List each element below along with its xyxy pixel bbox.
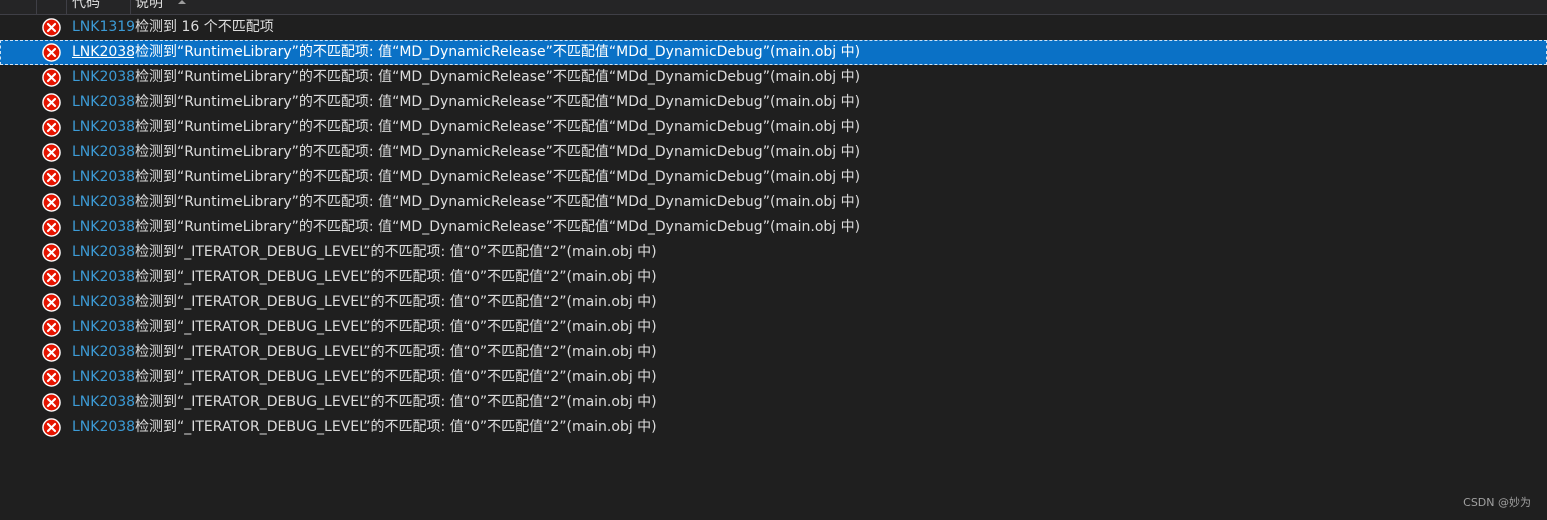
error-row[interactable]: LNK2038 检测到“RuntimeLibrary”的不匹配项: 值“MD_D… [0, 165, 1547, 190]
sort-ascending-icon [178, 0, 186, 4]
error-icon [42, 93, 61, 112]
error-icon [42, 193, 61, 212]
error-icon [42, 68, 61, 87]
error-icon [42, 368, 61, 387]
error-icon [42, 293, 61, 312]
column-header-code[interactable]: 代码 [72, 0, 100, 13]
error-icon [42, 168, 61, 187]
error-code-link[interactable]: LNK2038 [72, 390, 134, 415]
error-code-link[interactable]: LNK2038 [72, 165, 134, 190]
error-row[interactable]: LNK2038 检测到“_ITERATOR_DEBUG_LEVEL”的不匹配项:… [0, 240, 1547, 265]
error-description: 检测到“RuntimeLibrary”的不匹配项: 值“MD_DynamicRe… [135, 94, 861, 110]
error-code-link[interactable]: LNK2038 [72, 140, 134, 165]
error-description: 检测到“_ITERATOR_DEBUG_LEVEL”的不匹配项: 值“0”不匹配… [135, 294, 657, 310]
error-description: 检测到“_ITERATOR_DEBUG_LEVEL”的不匹配项: 值“0”不匹配… [135, 394, 657, 410]
error-icon [42, 18, 61, 37]
error-row[interactable]: LNK2038 检测到“RuntimeLibrary”的不匹配项: 值“MD_D… [0, 140, 1547, 165]
error-code-link[interactable]: LNK2038 [72, 190, 134, 215]
error-description: 检测到“RuntimeLibrary”的不匹配项: 值“MD_DynamicRe… [135, 219, 861, 235]
error-icon [42, 43, 61, 62]
error-icon [42, 143, 61, 162]
error-code-link[interactable]: LNK2038 [72, 65, 134, 90]
error-row[interactable]: LNK2038 检测到“_ITERATOR_DEBUG_LEVEL”的不匹配项:… [0, 415, 1547, 440]
error-description: 检测到“RuntimeLibrary”的不匹配项: 值“MD_DynamicRe… [135, 169, 861, 185]
error-icon [42, 218, 61, 237]
error-code-link[interactable]: LNK2038 [72, 340, 134, 365]
error-description: 检测到“_ITERATOR_DEBUG_LEVEL”的不匹配项: 值“0”不匹配… [135, 319, 657, 335]
error-row[interactable]: LNK2038 检测到“_ITERATOR_DEBUG_LEVEL”的不匹配项:… [0, 315, 1547, 340]
error-icon [42, 243, 61, 262]
error-row[interactable]: LNK2038 检测到“RuntimeLibrary”的不匹配项: 值“MD_D… [0, 65, 1547, 90]
error-row[interactable]: LNK2038 检测到“RuntimeLibrary”的不匹配项: 值“MD_D… [0, 40, 1547, 65]
error-row[interactable]: LNK2038 检测到“RuntimeLibrary”的不匹配项: 值“MD_D… [0, 215, 1547, 240]
error-icon [42, 418, 61, 437]
error-description: 检测到“_ITERATOR_DEBUG_LEVEL”的不匹配项: 值“0”不匹配… [135, 344, 657, 360]
error-code-link[interactable]: LNK2038 [72, 90, 134, 115]
error-code-link[interactable]: LNK1319 [72, 15, 134, 40]
column-header-description[interactable]: 说明 [135, 0, 163, 13]
error-code-link[interactable]: LNK2038 [72, 365, 134, 390]
error-code-link[interactable]: LNK2038 [72, 315, 134, 340]
watermark: CSDN @妙为 [1463, 496, 1531, 509]
error-code-link[interactable]: LNK2038 [72, 265, 134, 290]
error-row[interactable]: LNK2038 检测到“RuntimeLibrary”的不匹配项: 值“MD_D… [0, 115, 1547, 140]
error-icon [42, 343, 61, 362]
error-description: 检测到“_ITERATOR_DEBUG_LEVEL”的不匹配项: 值“0”不匹配… [135, 269, 657, 285]
error-description: 检测到“_ITERATOR_DEBUG_LEVEL”的不匹配项: 值“0”不匹配… [135, 244, 657, 260]
error-code-link[interactable]: LNK2038 [72, 415, 134, 440]
error-description: 检测到“RuntimeLibrary”的不匹配项: 值“MD_DynamicRe… [135, 144, 861, 160]
error-description: 检测到“_ITERATOR_DEBUG_LEVEL”的不匹配项: 值“0”不匹配… [135, 419, 657, 435]
error-list: LNK1319 检测到 16 个不匹配项 LNK2038 检测到“Runtime… [0, 15, 1547, 440]
error-icon [42, 393, 61, 412]
column-separator[interactable] [130, 0, 131, 14]
column-separator[interactable] [36, 0, 37, 14]
error-description: 检测到“RuntimeLibrary”的不匹配项: 值“MD_DynamicRe… [135, 119, 861, 135]
error-row[interactable]: LNK2038 检测到“RuntimeLibrary”的不匹配项: 值“MD_D… [0, 190, 1547, 215]
error-code-link[interactable]: LNK2038 [72, 115, 134, 140]
error-code-link[interactable]: LNK2038 [72, 215, 134, 240]
error-code-link[interactable]: LNK2038 [72, 290, 134, 315]
error-row[interactable]: LNK1319 检测到 16 个不匹配项 [0, 15, 1547, 40]
error-icon [42, 118, 61, 137]
error-row[interactable]: LNK2038 检测到“_ITERATOR_DEBUG_LEVEL”的不匹配项:… [0, 390, 1547, 415]
error-description: 检测到“_ITERATOR_DEBUG_LEVEL”的不匹配项: 值“0”不匹配… [135, 369, 657, 385]
column-separator[interactable] [66, 0, 67, 14]
error-row[interactable]: LNK2038 检测到“_ITERATOR_DEBUG_LEVEL”的不匹配项:… [0, 365, 1547, 390]
error-description: 检测到“RuntimeLibrary”的不匹配项: 值“MD_DynamicRe… [135, 69, 861, 85]
error-description: 检测到 16 个不匹配项 [135, 19, 274, 35]
error-icon [42, 268, 61, 287]
error-row[interactable]: LNK2038 检测到“_ITERATOR_DEBUG_LEVEL”的不匹配项:… [0, 340, 1547, 365]
column-header-bar: 代码 说明 [0, 0, 1547, 15]
error-row[interactable]: LNK2038 检测到“_ITERATOR_DEBUG_LEVEL”的不匹配项:… [0, 290, 1547, 315]
error-row[interactable]: LNK2038 检测到“RuntimeLibrary”的不匹配项: 值“MD_D… [0, 90, 1547, 115]
error-row[interactable]: LNK2038 检测到“_ITERATOR_DEBUG_LEVEL”的不匹配项:… [0, 265, 1547, 290]
error-description: 检测到“RuntimeLibrary”的不匹配项: 值“MD_DynamicRe… [135, 44, 861, 60]
error-code-link[interactable]: LNK2038 [72, 40, 134, 65]
error-code-link[interactable]: LNK2038 [72, 240, 134, 265]
error-description: 检测到“RuntimeLibrary”的不匹配项: 值“MD_DynamicRe… [135, 194, 861, 210]
error-icon [42, 318, 61, 337]
